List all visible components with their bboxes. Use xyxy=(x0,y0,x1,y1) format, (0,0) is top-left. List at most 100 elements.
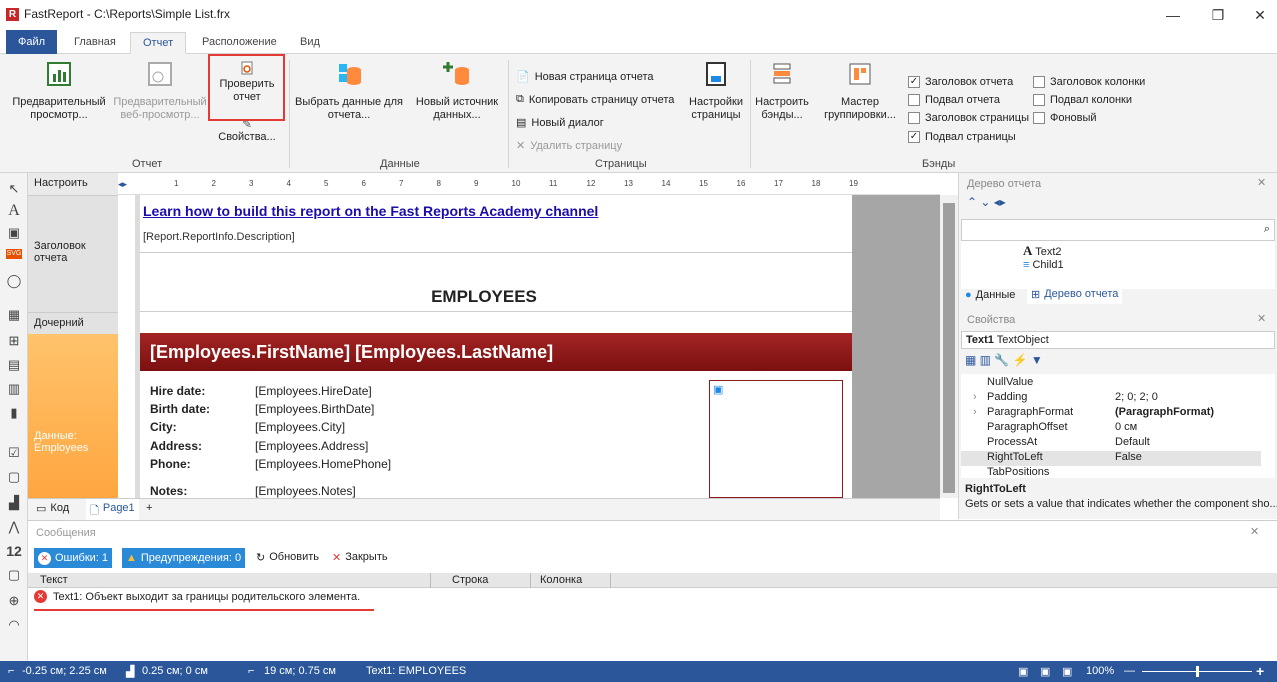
band-check-column-header[interactable]: Заголовок колонки xyxy=(1033,76,1145,88)
warnings-filter-button[interactable]: ▲ Предупреждения: 0 xyxy=(122,548,246,568)
panel-close-icon[interactable]: ✕ xyxy=(1257,176,1266,189)
picture-icon[interactable]: ▣ xyxy=(6,225,22,241)
select-data-button[interactable]: Выбрать данные для отчета... xyxy=(294,60,404,122)
tab-report-tree[interactable]: ⊞ Дерево отчета xyxy=(1027,285,1123,304)
fit-width-icon[interactable]: ▣ xyxy=(1018,665,1028,678)
properties-button[interactable]: ✎ Свойства... xyxy=(212,118,282,144)
band-report-title[interactable]: Заголовок отчета xyxy=(28,195,118,312)
band-check-overlay[interactable]: Фоновый xyxy=(1033,112,1097,124)
shape-icon[interactable]: ◯ xyxy=(6,273,22,289)
photo-picture-object[interactable]: ▣ xyxy=(709,380,843,498)
tab-code[interactable]: ▭ Код xyxy=(36,502,69,515)
zoom-out-button[interactable]: — xyxy=(1124,665,1135,677)
field-value[interactable]: [Employees.BirthDate] xyxy=(255,402,374,416)
new-source-button[interactable]: Новый источник данных... xyxy=(412,60,502,122)
academy-link[interactable]: Learn how to build this report on the Fa… xyxy=(143,203,598,219)
band-check-report-title[interactable]: ✓ Заголовок отчета xyxy=(908,76,1013,88)
map-icon[interactable]: ⊕ xyxy=(6,593,22,609)
scroll-thumb[interactable] xyxy=(943,203,955,493)
page-title-band[interactable]: EMPLOYEES xyxy=(140,256,852,312)
band-child[interactable]: Дочерний xyxy=(28,312,118,334)
field-label[interactable]: City: xyxy=(150,420,177,434)
tab-layout[interactable]: Расположение xyxy=(190,32,289,54)
property-row[interactable]: › ParagraphFormat (ParagraphFormat) xyxy=(961,406,1261,421)
new-dialog-button[interactable]: ▤ Новый диалог xyxy=(516,116,604,130)
tab-home[interactable]: Главная xyxy=(62,32,128,54)
delete-page-button[interactable]: ✕ Удалить страницу xyxy=(516,139,622,153)
message-row[interactable]: ✕ Text1: Объект выходит за границы родит… xyxy=(34,590,360,603)
fit-page-icon[interactable]: ▣ xyxy=(1040,665,1050,678)
copy-page-button[interactable]: ⧉ Копировать страницу отчета xyxy=(516,93,674,106)
zoom-in-button[interactable]: + xyxy=(1256,663,1264,679)
restore-button[interactable]: ❐ xyxy=(1203,4,1233,26)
tab-file[interactable]: Файл xyxy=(6,30,58,54)
expand-icon[interactable]: › xyxy=(973,391,977,403)
band-check-page-footer[interactable]: ✓ Подвал страницы xyxy=(908,131,1016,143)
pointer-icon[interactable]: ↖ xyxy=(6,181,22,197)
field-label[interactable]: Address: xyxy=(150,439,202,453)
column-column[interactable]: Колонка xyxy=(540,574,582,586)
band-check-report-footer[interactable]: Подвал отчета xyxy=(908,94,1000,106)
band-check-page-header[interactable]: Заголовок страницы xyxy=(908,112,1029,124)
close-messages-button[interactable]: ✕ Закрыть xyxy=(332,551,388,564)
table-icon[interactable]: ⊞ xyxy=(6,333,22,349)
sparkline-icon[interactable]: ⋀ xyxy=(6,519,22,535)
configure-bands-button[interactable]: Настроить бэнды... xyxy=(754,60,810,122)
property-row[interactable]: ParagraphOffset 0 см xyxy=(961,421,1261,436)
employee-name-header[interactable]: [Employees.FirstName] [Employees.LastNam… xyxy=(140,333,852,371)
richtext-icon[interactable]: ▢ xyxy=(6,469,22,485)
properties-toolbar[interactable]: ▦ ▥ 🔧 ⚡ ▼ xyxy=(965,353,1043,367)
band-data-employees[interactable]: Данные: Employees xyxy=(28,334,118,498)
field-label[interactable]: Notes: xyxy=(150,484,187,498)
errors-filter-button[interactable]: ✕ Ошибки: 1 xyxy=(34,548,113,568)
band-check-column-footer[interactable]: Подвал колонки xyxy=(1033,94,1132,106)
column-line[interactable]: Строка xyxy=(452,574,488,586)
field-value[interactable]: [Employees.HomePhone] xyxy=(255,457,391,471)
report-title-band[interactable]: Learn how to build this report on the Fa… xyxy=(140,195,852,253)
panel-close-icon[interactable]: ✕ xyxy=(1250,525,1259,538)
add-page-button[interactable]: + xyxy=(146,502,152,514)
property-row[interactable]: ProcessAt Default xyxy=(961,436,1261,451)
number-icon[interactable]: 12 xyxy=(6,543,22,559)
field-label[interactable]: Birth date: xyxy=(150,402,210,416)
report-description[interactable]: [Report.ReportInfo.Description] xyxy=(143,231,295,243)
property-row-selected[interactable]: RightToLeft False xyxy=(961,451,1261,466)
refresh-button[interactable]: ↻ Обновить xyxy=(256,551,319,564)
search-icon[interactable]: ⌕ xyxy=(1264,223,1270,236)
field-value[interactable]: [Employees.HireDate] xyxy=(255,384,372,398)
text-box-icon[interactable]: ▢ xyxy=(6,567,22,583)
zoom-100-icon[interactable]: ▣ xyxy=(1062,665,1072,678)
property-row[interactable]: NullValue xyxy=(961,376,1261,391)
tab-report[interactable]: Отчет xyxy=(130,32,187,54)
panel-close-icon[interactable]: ✕ xyxy=(1257,312,1266,325)
close-button[interactable]: ✕ xyxy=(1245,4,1275,26)
minimize-button[interactable]: — xyxy=(1158,4,1188,26)
configure-bands-link[interactable]: Настроить xyxy=(28,177,118,189)
field-value[interactable]: [Employees.Address] xyxy=(255,439,368,453)
expand-icon[interactable]: › xyxy=(973,406,977,418)
tab-view[interactable]: Вид xyxy=(288,32,332,54)
tree-item[interactable]: ≡ Child1 xyxy=(1023,259,1064,271)
field-label[interactable]: Hire date: xyxy=(150,384,205,398)
zoom-slider-thumb[interactable] xyxy=(1196,666,1199,677)
canvas-scrollbar[interactable] xyxy=(940,195,958,498)
tree-item[interactable]: A Text2 xyxy=(1023,243,1062,259)
new-page-button[interactable]: 📄 Новая страница отчета xyxy=(516,70,654,84)
tree-search-input[interactable]: ⌕ xyxy=(961,219,1275,241)
page-setup-button[interactable]: Настройки страницы xyxy=(686,60,746,122)
cellular-text-icon[interactable]: ▟ xyxy=(6,495,22,511)
gauge-icon[interactable]: ◠ xyxy=(6,617,22,633)
object-selector[interactable]: Text1 TextObject xyxy=(961,331,1275,349)
text-object-icon[interactable]: A xyxy=(6,203,22,219)
property-row[interactable]: › Padding 2; 0; 2; 0 xyxy=(961,391,1261,406)
property-row[interactable]: TabPositions xyxy=(961,466,1261,478)
svg-icon[interactable]: SVG xyxy=(6,249,22,259)
field-value[interactable]: [Employees.City] xyxy=(255,420,345,434)
column-text[interactable]: Текст xyxy=(40,574,68,586)
field-value[interactable]: [Employees.Notes] xyxy=(255,484,356,498)
barcode-icon[interactable]: ▮ xyxy=(6,405,22,421)
group-wizard-button[interactable]: Мастер группировки... xyxy=(818,60,902,122)
report-title-text[interactable]: EMPLOYEES xyxy=(140,286,828,308)
checkbox-object-icon[interactable]: ☑ xyxy=(6,445,22,461)
chart-icon[interactable]: ▥ xyxy=(6,381,22,397)
